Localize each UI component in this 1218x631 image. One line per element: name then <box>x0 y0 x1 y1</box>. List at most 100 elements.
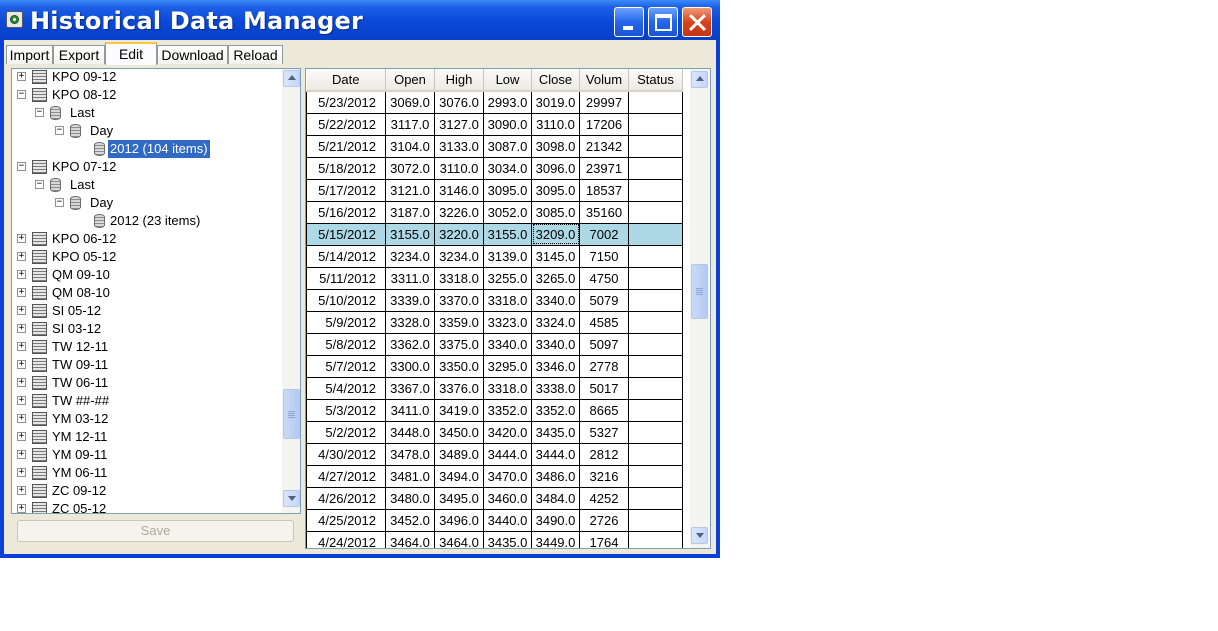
table-row[interactable]: 5/14/2012 3234.0 3234.0 3139.0 3145.0 7150 <box>306 244 683 268</box>
cell-low[interactable]: 3340.0 <box>483 332 532 356</box>
minimize-button[interactable] <box>614 7 644 37</box>
cell-date[interactable]: 5/15/2012 <box>306 222 386 246</box>
cell-status[interactable] <box>628 90 683 114</box>
cell-low[interactable]: 3255.0 <box>483 266 532 290</box>
cell-high[interactable]: 3318.0 <box>434 266 484 290</box>
table-row[interactable]: 4/30/2012 3478.0 3489.0 3444.0 3444.0 2812 <box>306 442 683 466</box>
cell-close[interactable]: 3324.0 <box>531 310 580 334</box>
cell-volum[interactable]: 5017 <box>579 376 629 400</box>
cell-volum[interactable]: 7002 <box>579 222 629 246</box>
cell-high[interactable]: 3375.0 <box>434 332 484 356</box>
tree-node[interactable]: + QM 09-10 <box>12 266 282 284</box>
cell-open[interactable]: 3104.0 <box>385 134 435 158</box>
cell-high[interactable]: 3495.0 <box>434 486 484 510</box>
cell-high[interactable]: 3450.0 <box>434 420 484 444</box>
table-row[interactable]: 5/16/2012 3187.0 3226.0 3052.0 3085.0 35160 <box>306 200 683 224</box>
cell-date[interactable]: 5/11/2012 <box>306 266 386 290</box>
cell-open[interactable]: 3072.0 <box>385 156 435 180</box>
expand-icon[interactable]: + <box>17 72 26 81</box>
expand-icon[interactable]: + <box>17 486 26 495</box>
cell-low[interactable]: 3095.0 <box>483 178 532 202</box>
cell-volum[interactable]: 5327 <box>579 420 629 444</box>
table-row[interactable]: 5/21/2012 3104.0 3133.0 3087.0 3098.0 21342 <box>306 134 683 158</box>
cell-high[interactable]: 3489.0 <box>434 442 484 466</box>
cell-close[interactable]: 3340.0 <box>531 332 580 356</box>
expand-icon[interactable]: + <box>17 396 26 405</box>
tree-scrollbar[interactable] <box>282 69 300 513</box>
cell-low[interactable]: 3435.0 <box>483 530 532 548</box>
cell-close[interactable]: 3484.0 <box>531 486 580 510</box>
expand-icon[interactable]: + <box>17 324 26 333</box>
cell-status[interactable] <box>628 222 683 246</box>
collapse-icon[interactable]: − <box>55 198 64 207</box>
cell-date[interactable]: 4/30/2012 <box>306 442 386 466</box>
cell-high[interactable]: 3226.0 <box>434 200 484 224</box>
cell-status[interactable] <box>628 288 683 312</box>
cell-volum[interactable]: 2812 <box>579 442 629 466</box>
expand-icon[interactable]: + <box>17 360 26 369</box>
cell-status[interactable] <box>628 332 683 356</box>
cell-low[interactable]: 3323.0 <box>483 310 532 334</box>
cell-volum[interactable]: 7150 <box>579 244 629 268</box>
table-row[interactable]: 5/3/2012 3411.0 3419.0 3352.0 3352.0 8665 <box>306 398 683 422</box>
cell-high[interactable]: 3127.0 <box>434 112 484 136</box>
cell-close[interactable]: 3340.0 <box>531 288 580 312</box>
cell-date[interactable]: 4/25/2012 <box>306 508 386 532</box>
cell-close[interactable]: 3435.0 <box>531 420 580 444</box>
tree-node[interactable]: + TW 06-11 <box>12 374 282 392</box>
cell-status[interactable] <box>628 398 683 422</box>
cell-open[interactable]: 3480.0 <box>385 486 435 510</box>
cell-date[interactable]: 5/9/2012 <box>306 310 386 334</box>
cell-close[interactable]: 3145.0 <box>531 244 580 268</box>
cell-status[interactable] <box>628 530 683 548</box>
cell-high[interactable]: 3234.0 <box>434 244 484 268</box>
column-header-high[interactable]: High <box>434 69 484 92</box>
column-header-volum[interactable]: Volum <box>579 69 629 92</box>
cell-volum[interactable]: 23971 <box>579 156 629 180</box>
cell-volum[interactable]: 2726 <box>579 508 629 532</box>
tree-node[interactable]: + YM 12-11 <box>12 428 282 446</box>
cell-low[interactable]: 3087.0 <box>483 134 532 158</box>
tree-node[interactable]: − Day <box>12 122 282 140</box>
cell-volum[interactable]: 4585 <box>579 310 629 334</box>
cell-close[interactable]: 3098.0 <box>531 134 580 158</box>
tree-node[interactable]: + TW ##-## <box>12 392 282 410</box>
cell-open[interactable]: 3464.0 <box>385 530 435 548</box>
cell-low[interactable]: 3155.0 <box>483 222 532 246</box>
tree-node[interactable]: + KPO 09-12 <box>12 69 282 86</box>
cell-volum[interactable]: 3216 <box>579 464 629 488</box>
cell-low[interactable]: 3444.0 <box>483 442 532 466</box>
cell-open[interactable]: 3478.0 <box>385 442 435 466</box>
cell-high[interactable]: 3110.0 <box>434 156 484 180</box>
cell-close[interactable]: 3352.0 <box>531 398 580 422</box>
cell-volum[interactable]: 21342 <box>579 134 629 158</box>
tree-node[interactable]: + YM 09-11 <box>12 446 282 464</box>
collapse-icon[interactable]: − <box>17 162 26 171</box>
cell-open[interactable]: 3452.0 <box>385 508 435 532</box>
table-row[interactable]: 5/23/2012 3069.0 3076.0 2993.0 3019.0 29997 <box>306 90 683 114</box>
cell-status[interactable] <box>628 354 683 378</box>
table-row[interactable]: 5/22/2012 3117.0 3127.0 3090.0 3110.0 17206 <box>306 112 683 136</box>
cell-status[interactable] <box>628 464 683 488</box>
cell-date[interactable]: 5/4/2012 <box>306 376 386 400</box>
cell-high[interactable]: 3494.0 <box>434 464 484 488</box>
cell-open[interactable]: 3187.0 <box>385 200 435 224</box>
cell-date[interactable]: 5/21/2012 <box>306 134 386 158</box>
table-row[interactable]: 4/27/2012 3481.0 3494.0 3470.0 3486.0 3216 <box>306 464 683 488</box>
cell-open[interactable]: 3300.0 <box>385 354 435 378</box>
cell-date[interactable]: 4/24/2012 <box>306 530 386 548</box>
cell-volum[interactable]: 5079 <box>579 288 629 312</box>
tree-node[interactable]: + ZC 05-12 <box>12 500 282 513</box>
cell-date[interactable]: 5/23/2012 <box>306 90 386 114</box>
cell-volum[interactable]: 8665 <box>579 398 629 422</box>
cell-open[interactable]: 3339.0 <box>385 288 435 312</box>
cell-status[interactable] <box>628 508 683 532</box>
cell-date[interactable]: 5/17/2012 <box>306 178 386 202</box>
cell-low[interactable]: 3318.0 <box>483 376 532 400</box>
cell-low[interactable]: 3460.0 <box>483 486 532 510</box>
cell-high[interactable]: 3146.0 <box>434 178 484 202</box>
cell-low[interactable]: 3420.0 <box>483 420 532 444</box>
cell-date[interactable]: 4/26/2012 <box>306 486 386 510</box>
column-header-open[interactable]: Open <box>385 69 435 92</box>
cell-volum[interactable]: 18537 <box>579 178 629 202</box>
